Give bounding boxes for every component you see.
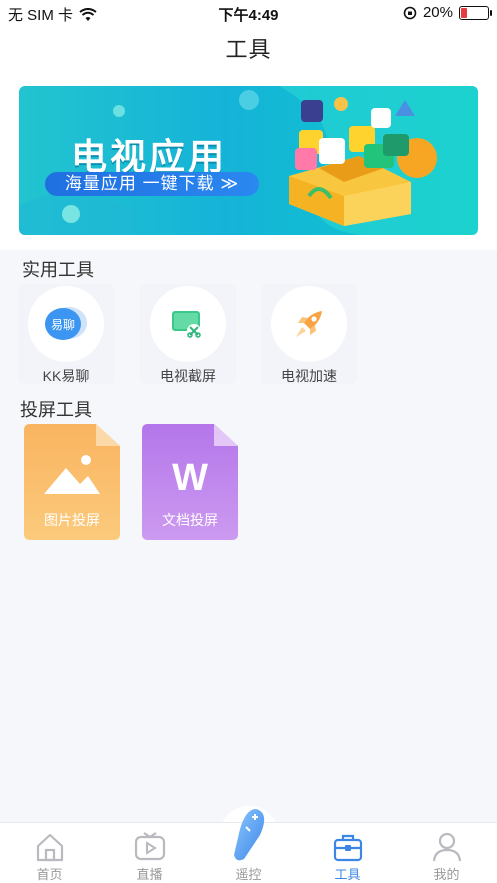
tab-label: 遥控 — [235, 867, 262, 882]
rotation-lock-icon — [403, 6, 417, 19]
battery-percent: 20% — [422, 4, 453, 21]
tool-icon-wrap: 易聊 — [28, 286, 104, 362]
svg-text:易聊: 易聊 — [51, 318, 75, 332]
status-bar: 无 SIM 卡 下午4:49 20% — [0, 0, 497, 26]
battery-icon — [459, 5, 492, 20]
cast-doc-card[interactable]: W 文档投屏 — [142, 424, 238, 540]
chat-bubble-icon: 易聊 — [45, 307, 87, 340]
tool-tv-screenshot[interactable]: 电视截屏 — [140, 284, 236, 384]
status-right: 20% — [403, 4, 492, 21]
page-title: 工具 — [225, 37, 272, 62]
tv-play-icon — [134, 832, 166, 861]
tab-tools[interactable]: 工具 — [298, 823, 397, 883]
tool-tv-boost[interactable]: 电视加速 — [261, 284, 357, 384]
tool-label: 电视加速 — [281, 368, 337, 384]
tab-live[interactable]: 直播 — [100, 823, 199, 883]
banner-subtitle: 海量应用 一键下载 ≫ — [45, 172, 259, 196]
tab-label: 直播 — [136, 867, 163, 882]
home-icon — [36, 833, 64, 862]
tab-home[interactable]: 首页 — [0, 823, 99, 883]
tab-mine[interactable]: 我的 — [397, 823, 496, 883]
svg-text:W: W — [172, 457, 208, 499]
screenshot-icon — [172, 311, 201, 338]
tool-icon-wrap — [271, 286, 347, 362]
tool-icon-wrap — [150, 286, 226, 362]
tab-bar: 首页 直播 遥控 工具 我的 — [0, 809, 497, 883]
tv-apps-banner[interactable]: 电视应用 海量应用 一键下载 ≫ — [19, 86, 478, 235]
tab-label: 我的 — [433, 867, 460, 882]
cast-photo-card[interactable]: 图片投屏 — [24, 424, 120, 540]
user-icon — [432, 832, 462, 862]
remote-icon — [234, 809, 265, 861]
tab-label: 首页 — [36, 867, 63, 882]
nav-bar: 工具 — [0, 26, 497, 74]
tool-label: 电视截屏 — [160, 368, 216, 384]
rocket-icon — [296, 311, 322, 337]
tool-label: KK易聊 — [42, 368, 90, 384]
tab-remote[interactable]: 遥控 — [199, 809, 298, 883]
banner-section: 电视应用 海量应用 一键下载 ≫ — [0, 74, 497, 250]
cast-doc-label: 文档投屏 — [162, 512, 218, 528]
toolbox-icon — [333, 834, 363, 862]
cast-photo-label: 图片投屏 — [44, 512, 100, 528]
section-title-utility: 实用工具 — [22, 260, 94, 280]
tool-kk-chat[interactable]: 易聊 KK易聊 — [18, 284, 114, 384]
tab-label: 工具 — [334, 867, 361, 882]
section-title-cast: 投屏工具 — [20, 400, 92, 420]
battery-fill — [461, 7, 467, 18]
